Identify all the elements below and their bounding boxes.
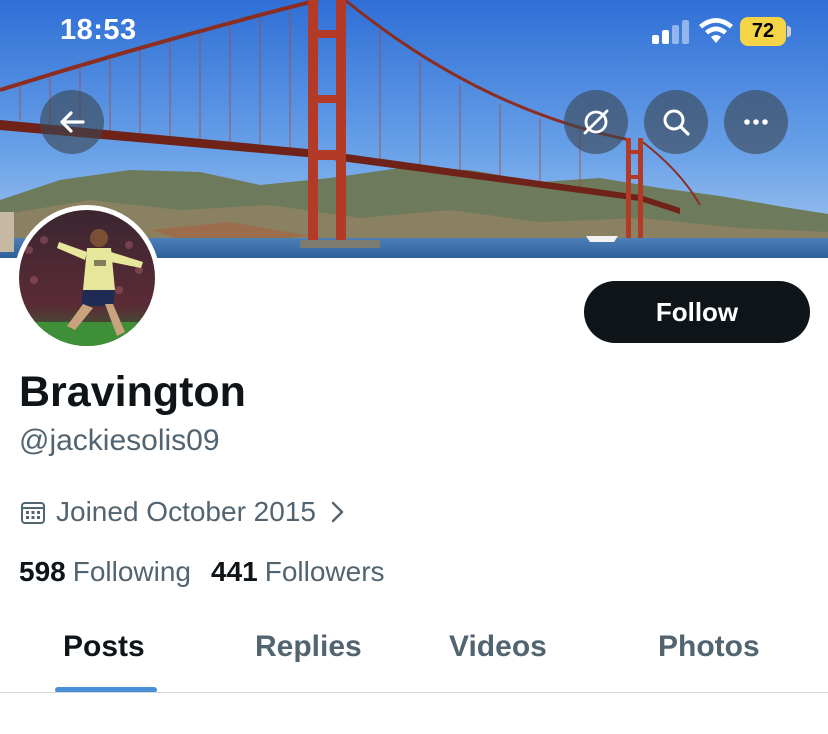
more-button[interactable] bbox=[724, 90, 788, 154]
tab-photos[interactable]: Photos bbox=[658, 630, 760, 664]
chevron-right-icon bbox=[331, 501, 344, 523]
joined-date-text: Joined October 2015 bbox=[56, 496, 316, 527]
avatar[interactable] bbox=[14, 205, 160, 351]
follow-button[interactable]: Follow bbox=[584, 281, 810, 343]
username-handle: @jackiesolis09 bbox=[19, 424, 220, 457]
avatar-image bbox=[19, 210, 155, 346]
tab-videos[interactable]: Videos bbox=[449, 630, 547, 664]
battery-tip bbox=[787, 26, 791, 37]
grok-button[interactable] bbox=[564, 90, 628, 154]
tab-posts[interactable]: Posts bbox=[63, 630, 145, 664]
status-time: 18:53 bbox=[60, 14, 137, 46]
search-icon bbox=[663, 109, 690, 136]
cellular-signal-icon bbox=[652, 20, 689, 44]
following-count: 598 bbox=[19, 556, 66, 587]
back-button[interactable] bbox=[40, 90, 104, 154]
following-label: Following bbox=[72, 556, 191, 587]
followers-link[interactable]: 441 Followers bbox=[211, 556, 385, 588]
display-name: Bravington bbox=[19, 368, 246, 416]
battery-indicator: 72 bbox=[740, 17, 792, 46]
wifi-icon bbox=[699, 18, 733, 43]
joined-date-link[interactable]: Joined October 2015 bbox=[20, 496, 346, 528]
tab-replies[interactable]: Replies bbox=[255, 630, 362, 664]
calendar-icon bbox=[21, 502, 45, 524]
search-button[interactable] bbox=[644, 90, 708, 154]
tabs-divider bbox=[0, 692, 828, 693]
arrow-left-icon bbox=[60, 111, 85, 133]
followers-label: Followers bbox=[264, 556, 385, 587]
follow-stats: 598 Following 441 Followers bbox=[19, 556, 385, 588]
following-link[interactable]: 598 Following bbox=[19, 556, 191, 588]
followers-count: 441 bbox=[211, 556, 258, 587]
more-horizontal-icon bbox=[744, 119, 768, 125]
battery-level: 72 bbox=[751, 20, 775, 42]
profile-tabs: Posts Replies Videos Photos bbox=[0, 610, 828, 693]
grok-icon bbox=[583, 109, 609, 135]
